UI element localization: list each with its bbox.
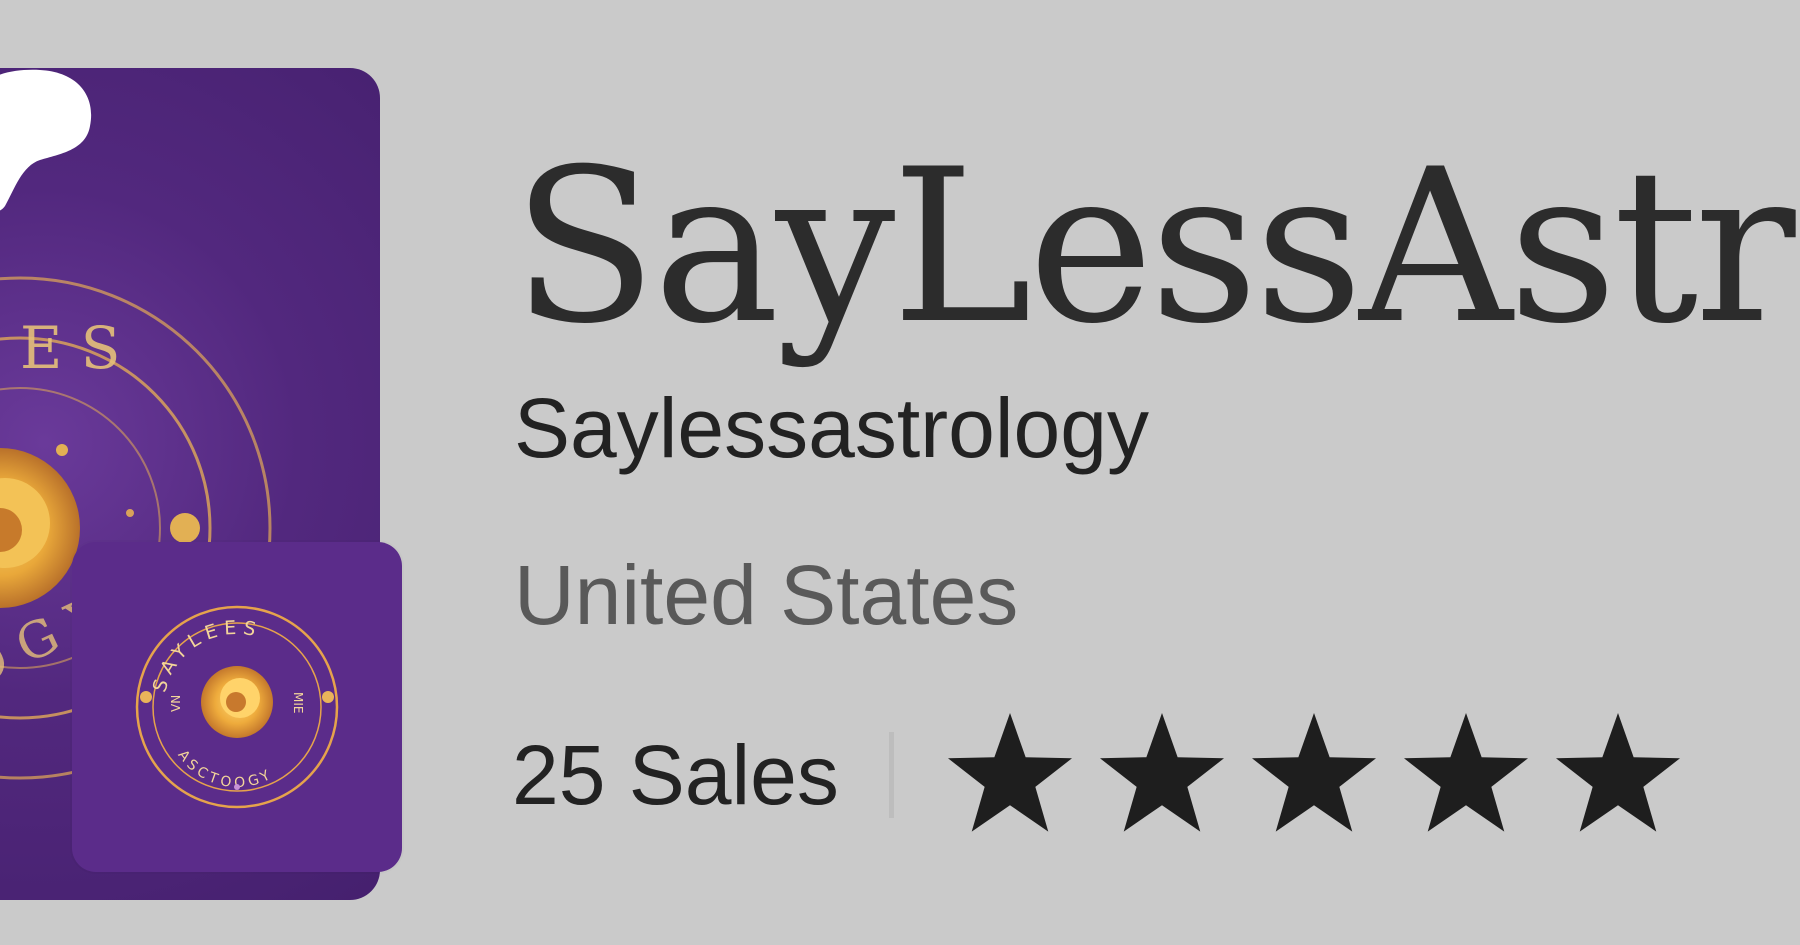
- star-icon: [1251, 713, 1376, 832]
- shop-handle[interactable]: Saylessastrology: [514, 378, 1149, 478]
- svg-text:E S: E S: [20, 314, 121, 382]
- star-icon: [1403, 713, 1528, 832]
- svg-text:ASCTOOGY: ASCTOOGY: [174, 747, 276, 791]
- logo-right-text: MIE: [291, 692, 305, 713]
- shop-name: SayLessAstrol: [512, 123, 1800, 370]
- star-icon: [947, 713, 1072, 832]
- shop-avatar[interactable]: SAYLEES ASCTOOGY VN MIE: [72, 542, 402, 872]
- patreon-logo-icon: [0, 69, 92, 211]
- sayless-astrology-logo-icon: SAYLEES ASCTOOGY VN MIE: [135, 605, 339, 809]
- logo-left-text: VN: [169, 695, 183, 712]
- star-rating[interactable]: [944, 713, 1704, 837]
- sales-count: 25 Sales: [512, 728, 839, 822]
- shop-stats: 25 Sales: [512, 713, 1704, 832]
- star-icon: [1555, 713, 1680, 832]
- shop-header: E S MIE O G Y: [0, 0, 1800, 945]
- star-icon: [1099, 713, 1224, 832]
- stats-divider: [888, 732, 894, 818]
- shop-location: United States: [514, 548, 1019, 642]
- logo-bottom-text: ASCTOOGY: [174, 747, 272, 791]
